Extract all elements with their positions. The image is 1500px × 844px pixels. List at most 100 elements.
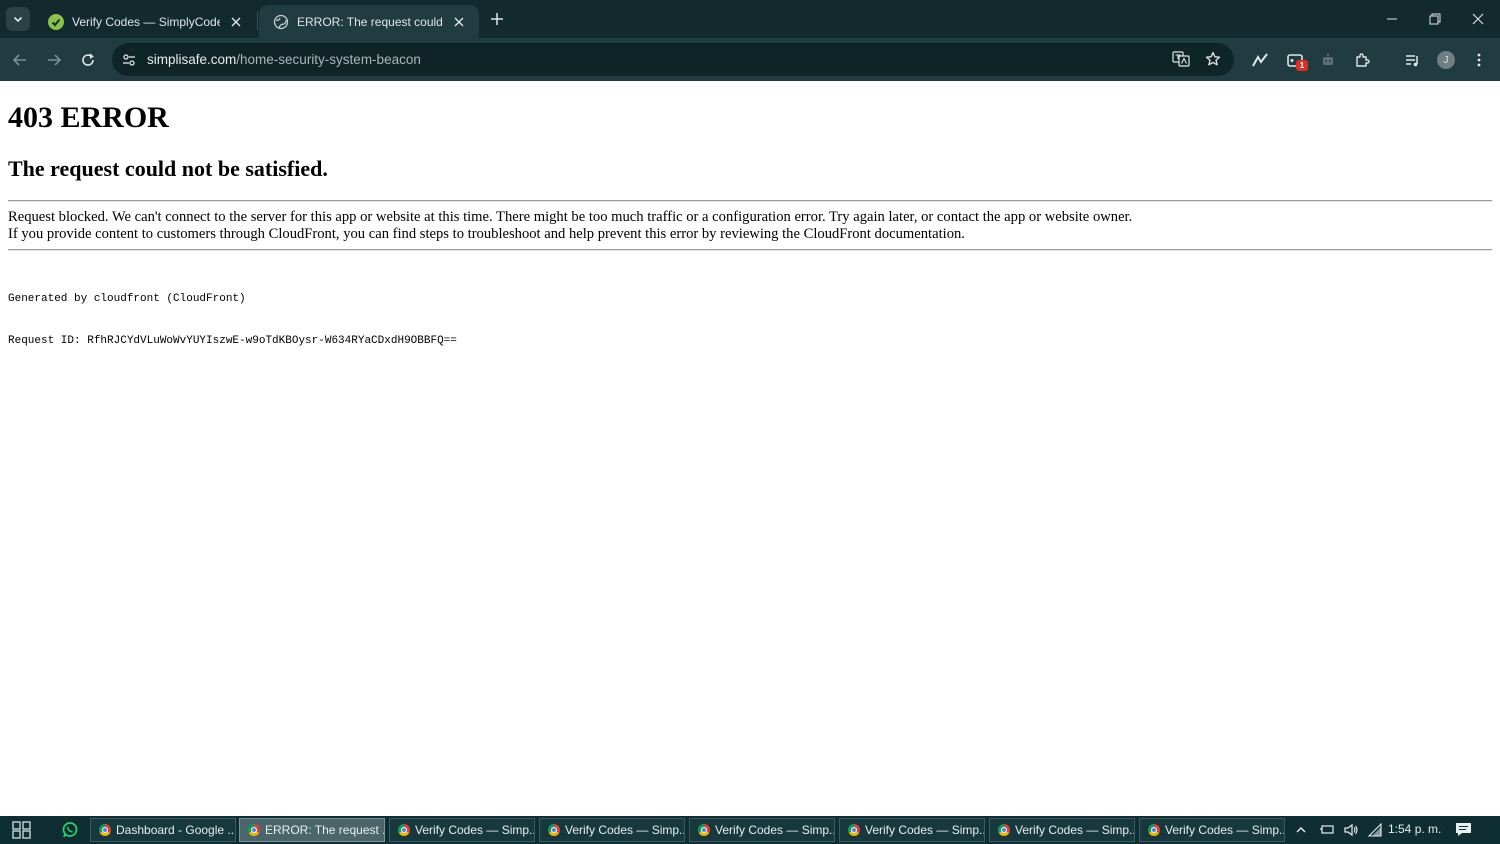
- taskbar-window-button[interactable]: ERROR: The request ...: [239, 818, 385, 842]
- tune-icon: [123, 53, 135, 66]
- page-content: 403 ERROR The request could not be satis…: [0, 81, 1500, 816]
- action-center-button[interactable]: [1455, 822, 1472, 837]
- taskbar-window-label: Verify Codes — Simp...: [565, 823, 685, 837]
- taskbar-window-label: Verify Codes — Simp...: [1015, 823, 1135, 837]
- restore-icon: [1429, 13, 1441, 25]
- wifi-icon: [1367, 823, 1382, 837]
- extension-button[interactable]: [1248, 48, 1272, 72]
- forward-button[interactable]: [41, 47, 67, 73]
- address-bar[interactable]: simplisafe.com/home-security-system-beac…: [112, 43, 1234, 76]
- page-subtitle: The request could not be satisfied.: [8, 156, 328, 181]
- robot-icon: [1323, 53, 1333, 65]
- back-button[interactable]: [7, 47, 33, 73]
- bookmark-button[interactable]: [1202, 48, 1224, 70]
- chrome-icon: [99, 824, 111, 836]
- error-details: Generated by cloudfront (CloudFront) Req…: [8, 264, 457, 376]
- volume-button[interactable]: [1339, 823, 1363, 837]
- divider: [8, 200, 1492, 202]
- notification-icon: [1456, 823, 1471, 836]
- taskbar-window-button[interactable]: Verify Codes — Simp...: [1139, 818, 1285, 842]
- taskbar-window-button[interactable]: Verify Codes — Simp...: [389, 818, 535, 842]
- tab-error[interactable]: ERROR: The request could not be satisfie…: [259, 5, 479, 38]
- chrome-icon: [848, 824, 860, 836]
- arrow-right-icon: [48, 54, 62, 66]
- extension-badge: 1: [1296, 60, 1308, 71]
- generated-by-text: Generated by cloudfront (CloudFront): [8, 293, 246, 305]
- chrome-icon: [548, 824, 560, 836]
- taskbar-window-button[interactable]: Verify Codes — Simp...: [539, 818, 685, 842]
- chevron-up-icon: [1296, 827, 1306, 833]
- error-message: Request blocked. We can't connect to the…: [8, 209, 1132, 243]
- puzzle-icon: [1355, 52, 1370, 67]
- close-window-button[interactable]: [1456, 0, 1500, 38]
- minimize-button[interactable]: [1370, 0, 1414, 38]
- taskbar-window-button[interactable]: Verify Codes — Simp...: [689, 818, 835, 842]
- taskbar-window-label: Dashboard - Google ...: [116, 823, 236, 837]
- tab-title: Verify Codes — SimplyCodes: [72, 14, 220, 29]
- minimize-icon: [1387, 18, 1397, 20]
- taskbar-window-label: Verify Codes — Simp...: [415, 823, 535, 837]
- extensions-menu-button[interactable]: [1350, 48, 1374, 72]
- arrow-left-icon: [12, 54, 26, 66]
- tab-verify-codes[interactable]: Verify Codes — SimplyCodes: [34, 5, 256, 38]
- globe-icon: [273, 14, 289, 30]
- speaker-icon: [1344, 823, 1358, 837]
- error-message-line: If you provide content to customers thro…: [8, 226, 965, 242]
- url-text: simplisafe.com/home-security-system-beac…: [147, 52, 421, 67]
- taskbar-window-label: Verify Codes — Simp...: [865, 823, 985, 837]
- avatar: J: [1437, 51, 1455, 69]
- plus-icon: [491, 13, 503, 25]
- reload-icon: [82, 53, 94, 66]
- close-icon: [1472, 13, 1484, 25]
- tab-title: ERROR: The request could not be satisfie…: [297, 14, 443, 29]
- battery-plug-icon: [1320, 825, 1334, 834]
- tab-search-button[interactable]: [6, 7, 30, 31]
- taskbar-window-button[interactable]: Verify Codes — Simp...: [989, 818, 1135, 842]
- translate-icon: [1172, 51, 1190, 67]
- system-tray: [1293, 816, 1387, 844]
- start-button[interactable]: [12, 821, 32, 839]
- extension-button[interactable]: [1316, 48, 1340, 72]
- star-icon: [1205, 51, 1221, 66]
- taskbar-window-label: ERROR: The request ...: [265, 823, 385, 837]
- translate-button[interactable]: [1170, 48, 1192, 70]
- restore-button[interactable]: [1413, 0, 1457, 38]
- taskbar: Dashboard - Google ... ERROR: The reques…: [0, 816, 1500, 844]
- taskbar-window-button[interactable]: Verify Codes — Simp...: [839, 818, 985, 842]
- site-info-button[interactable]: [115, 46, 143, 74]
- taskbar-window-label: Verify Codes — Simp...: [1165, 823, 1285, 837]
- profile-button[interactable]: J: [1434, 48, 1458, 72]
- close-icon[interactable]: [449, 12, 469, 32]
- playlist-icon: [1405, 54, 1418, 66]
- taskbar-window-button[interactable]: Dashboard - Google ...: [90, 818, 236, 842]
- url-path: /home-security-system-beacon: [236, 52, 421, 67]
- show-hidden-icons-button[interactable]: [1293, 824, 1309, 836]
- taskbar-window-label: Verify Codes — Simp...: [715, 823, 835, 837]
- divider: [8, 249, 1492, 251]
- close-icon[interactable]: [226, 12, 246, 32]
- clock[interactable]: 1:54 p. m.: [1388, 822, 1441, 836]
- chrome-icon: [698, 824, 710, 836]
- network-button[interactable]: [1315, 823, 1339, 837]
- whatsapp-icon: [62, 822, 78, 838]
- trend-line-icon: [1252, 53, 1268, 67]
- error-message-line: Request blocked. We can't connect to the…: [8, 209, 1133, 225]
- tab-strip: Verify Codes — SimplyCodes ERROR: The re…: [0, 0, 1500, 38]
- whatsapp-button[interactable]: [61, 821, 79, 839]
- browser-menu-button[interactable]: [1467, 48, 1491, 72]
- extension-button[interactable]: 1: [1283, 48, 1308, 72]
- request-id-text: Request ID: RfhRJCYdVLuWoWvYUYIszwE-w9oT…: [8, 335, 457, 347]
- new-tab-button[interactable]: [486, 8, 508, 30]
- media-controls-button[interactable]: [1400, 48, 1424, 72]
- chrome-icon: [248, 824, 260, 836]
- reload-button[interactable]: [75, 47, 101, 73]
- more-vertical-icon: [1477, 53, 1481, 67]
- simplycodes-icon: [48, 13, 64, 30]
- chrome-icon: [398, 824, 410, 836]
- chevron-down-icon: [13, 16, 23, 23]
- windows-grid-icon: [12, 821, 31, 839]
- page-title: 403 ERROR: [8, 101, 169, 134]
- url-domain: simplisafe.com: [147, 52, 237, 67]
- tab-separator: [257, 12, 258, 30]
- wifi-button[interactable]: [1363, 823, 1387, 837]
